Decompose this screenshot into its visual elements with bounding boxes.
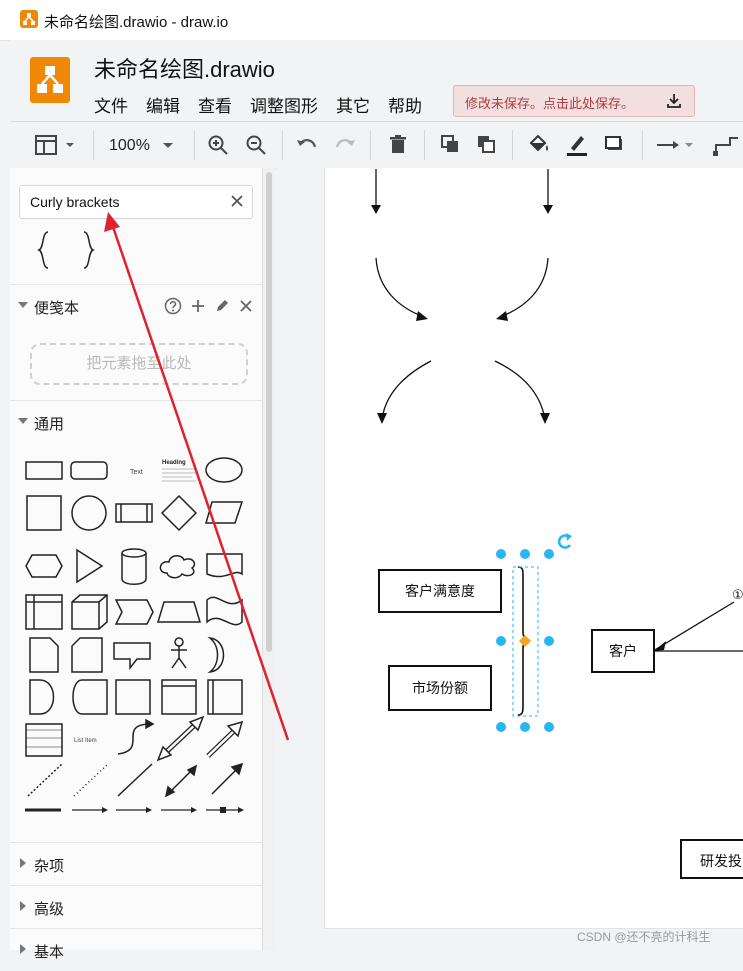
connector-arrow[interactable] (499, 257, 549, 318)
annotation-arrowhead (104, 212, 120, 232)
customer-satisfaction-box[interactable]: 客户满意度 (378, 569, 502, 613)
connector-arrow[interactable] (381, 360, 432, 420)
connector-arrow[interactable] (375, 257, 425, 318)
rotate-icon[interactable] (557, 533, 572, 549)
watermark: CSDN @还不亮的计科生 (577, 930, 711, 944)
diagram-connectors: ① (104, 169, 743, 741)
market-share-box[interactable]: 市场份额 (388, 665, 492, 711)
connector-arrow[interactable] (494, 360, 546, 420)
annotation-arrow (110, 223, 290, 741)
control-point-handle[interactable] (519, 635, 531, 647)
circled-number-label: ① (732, 588, 743, 603)
customer-box[interactable]: 客户 (591, 629, 655, 673)
rd-investment-box[interactable]: 研发投 (680, 839, 743, 879)
